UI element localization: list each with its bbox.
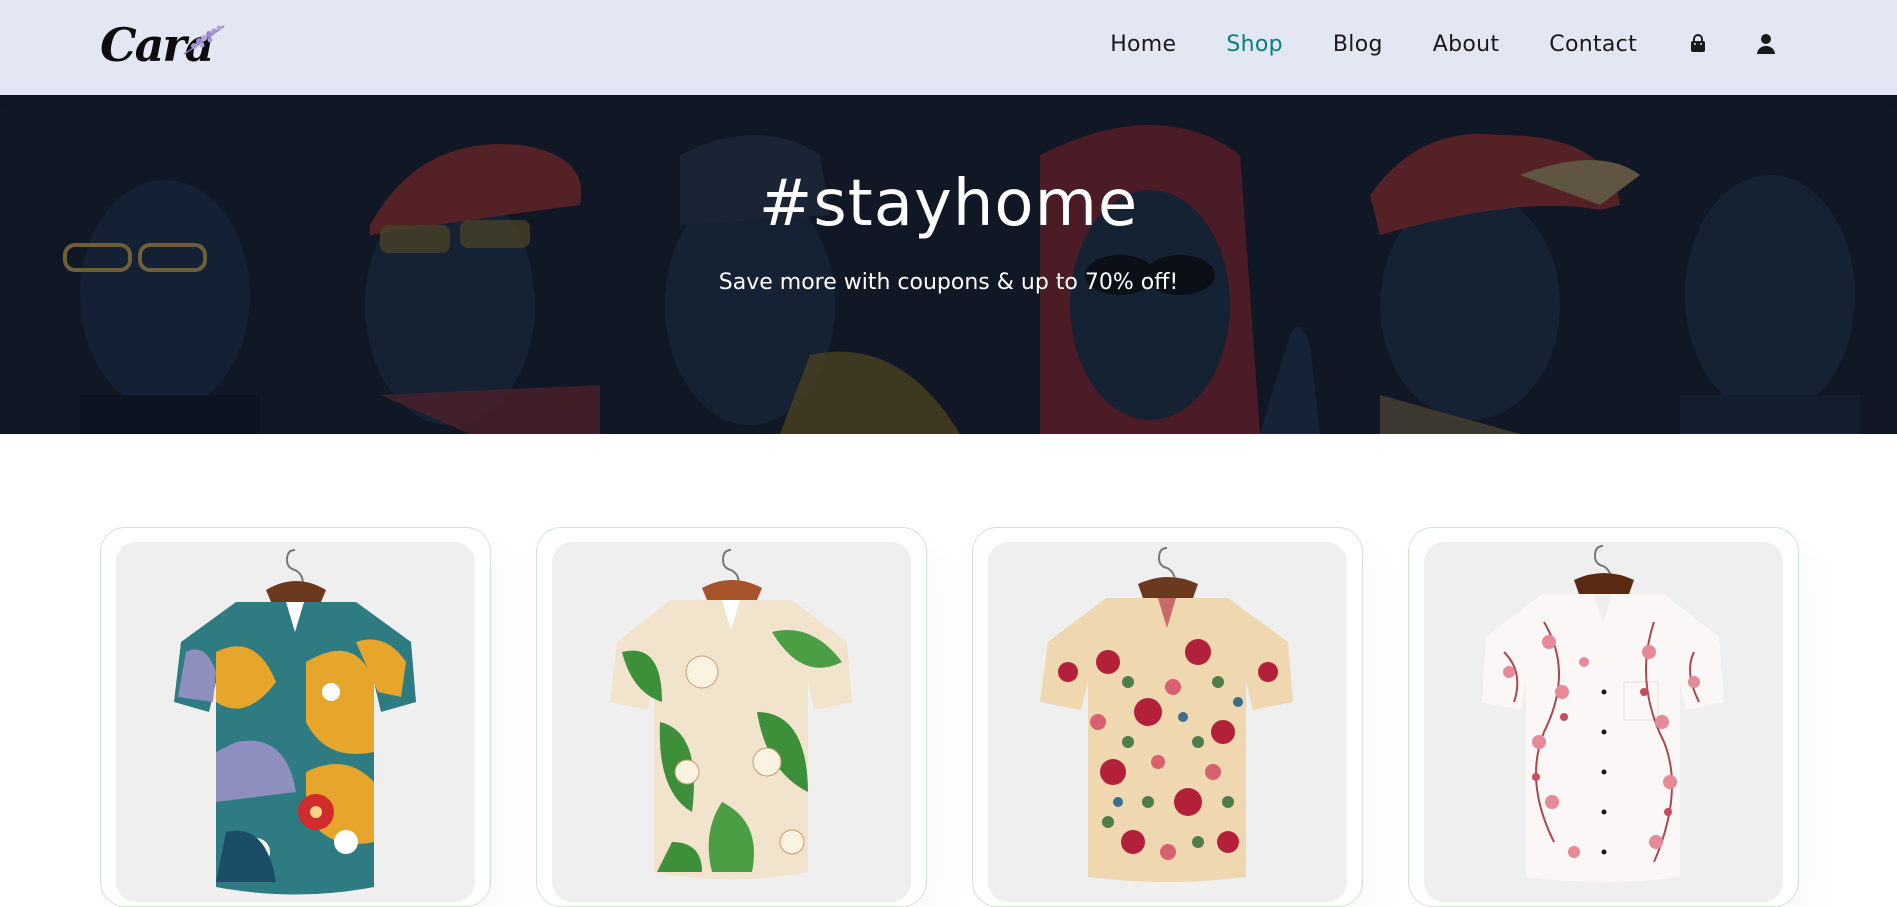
product-image-4[interactable] bbox=[1424, 542, 1783, 902]
product-image-1[interactable] bbox=[116, 542, 475, 902]
hero-title: #stayhome bbox=[758, 167, 1139, 241]
hero-banner: #stayhome Save more with coupons & up to… bbox=[0, 95, 1897, 434]
shirt-green-leaf-image bbox=[610, 549, 852, 880]
shopping-bag-icon[interactable] bbox=[1687, 33, 1709, 55]
nav-about[interactable]: About bbox=[1433, 32, 1500, 57]
product-card-1[interactable] bbox=[100, 527, 491, 907]
product-card-4[interactable] bbox=[1408, 527, 1799, 907]
shirt-red-floral-image bbox=[1040, 547, 1293, 882]
nav-home[interactable]: Home bbox=[1110, 32, 1176, 57]
shirt-abstract-floral-image bbox=[174, 549, 416, 895]
lavender-sprig-icon bbox=[183, 25, 225, 55]
logo[interactable]: Cara bbox=[100, 18, 230, 72]
nav-blog[interactable]: Blog bbox=[1333, 32, 1383, 57]
product-card-3[interactable] bbox=[972, 527, 1363, 907]
user-icon[interactable] bbox=[1755, 33, 1777, 55]
shirt-pink-blossom-image bbox=[1482, 545, 1724, 882]
nav-shop[interactable]: Shop bbox=[1226, 32, 1283, 57]
nav-contact[interactable]: Contact bbox=[1549, 32, 1637, 57]
hero-subtitle: Save more with coupons & up to 70% off! bbox=[718, 270, 1179, 295]
hero-illustration bbox=[0, 95, 1897, 434]
product-image-2[interactable] bbox=[552, 542, 911, 902]
product-image-3[interactable] bbox=[988, 542, 1347, 902]
product-card-2[interactable] bbox=[536, 527, 927, 907]
site-header: Cara Home Shop Blog About Contact bbox=[0, 0, 1897, 95]
product-grid bbox=[100, 527, 1800, 907]
main-nav: Home Shop Blog About Contact bbox=[1110, 0, 1897, 88]
